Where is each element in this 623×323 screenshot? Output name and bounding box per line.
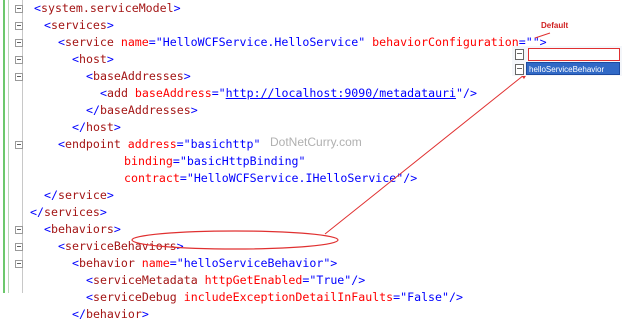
intellisense-item-empty[interactable] — [512, 47, 622, 61]
default-arrow-line — [534, 32, 551, 39]
intellisense-selected-text[interactable]: helloServiceBehavior — [526, 62, 620, 75]
value-icon — [515, 64, 524, 75]
arrow-line-to-popup — [324, 70, 530, 235]
value-icon — [515, 49, 524, 60]
code-line[interactable]: </behavior> — [72, 306, 149, 323]
highlight-ellipse — [131, 230, 339, 250]
empty-value-box[interactable] — [528, 48, 620, 61]
intellisense-item-selected[interactable]: helloServiceBehavior — [512, 62, 622, 75]
default-label: Default — [541, 21, 569, 30]
code-token-tag: behavior — [85, 307, 142, 321]
code-token-pun: </ — [72, 307, 86, 321]
annotation-layer — [131, 32, 551, 250]
intellisense-popup[interactable]: helloServiceBehavior — [512, 46, 622, 76]
code-token-pun: > — [141, 307, 149, 321]
